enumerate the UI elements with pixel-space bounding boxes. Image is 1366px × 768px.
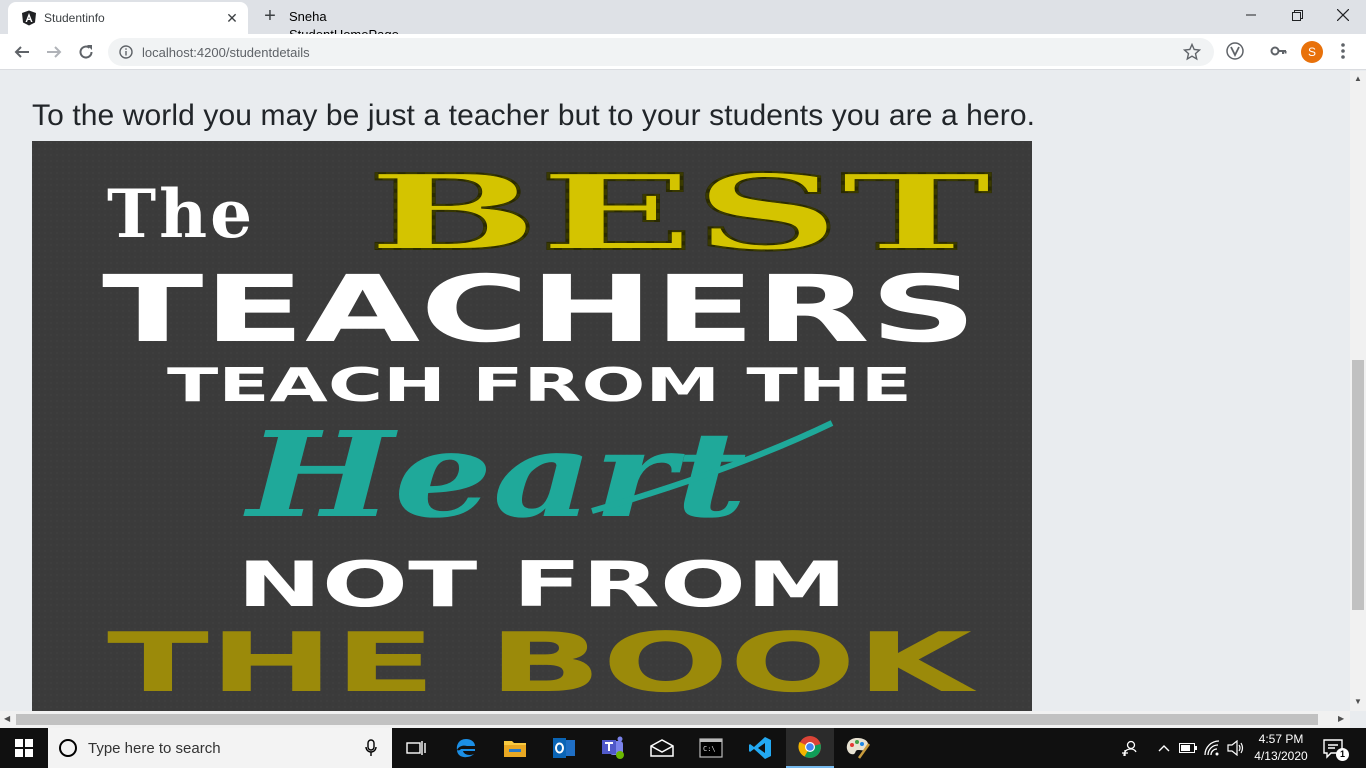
wifi-button[interactable]	[1202, 738, 1222, 758]
close-icon	[1337, 9, 1349, 21]
minimize-button[interactable]	[1228, 0, 1274, 30]
profile-avatar[interactable]: S	[1301, 41, 1323, 63]
command-prompt-button[interactable]: C:\	[687, 728, 735, 768]
outlook-app-button[interactable]	[540, 728, 588, 768]
key-icon	[1270, 46, 1287, 56]
poster-heart-text: Heart	[243, 405, 747, 544]
paint-palette-icon	[846, 738, 871, 759]
forward-button[interactable]	[42, 40, 66, 64]
taskbar-search-box[interactable]: Type here to search	[48, 728, 392, 768]
edge-app-button[interactable]	[442, 728, 490, 768]
people-icon	[1122, 740, 1137, 757]
chrome-menu-button[interactable]	[1332, 40, 1354, 62]
arrow-right-icon	[47, 46, 62, 58]
clock-time: 4:57 PM	[1258, 732, 1304, 746]
start-button[interactable]	[0, 728, 48, 768]
poster-the-text: The	[107, 175, 255, 253]
windows-logo-icon	[15, 739, 33, 757]
poster-the-book-text: THE BOOK	[107, 616, 978, 711]
cortana-circle-icon	[59, 739, 77, 757]
teacher-quote-poster: The BEST BEST TEACHERS TEACH FROM THE He…	[32, 141, 1032, 711]
vpn-extension-icon[interactable]	[1224, 40, 1246, 62]
v-shield-icon	[1226, 42, 1244, 60]
teams-app-button[interactable]	[589, 728, 637, 768]
people-button[interactable]	[1119, 738, 1139, 758]
reload-button[interactable]	[74, 40, 98, 64]
mail-app-button[interactable]	[638, 728, 686, 768]
action-center-button[interactable]: 1	[1322, 737, 1349, 761]
browser-toolbar: localhost:4200/studentdetails	[0, 34, 1366, 70]
restore-icon	[1291, 9, 1303, 21]
clock-date: 4/13/2020	[1254, 749, 1308, 763]
scroll-up-arrow-icon[interactable]: ▲	[1354, 74, 1362, 83]
notification-badge: 1	[1336, 748, 1349, 761]
browser-tab[interactable]: Studentinfo ✕	[8, 2, 248, 34]
vertical-scroll-thumb[interactable]	[1352, 360, 1364, 610]
speaker-icon	[1227, 740, 1244, 756]
file-explorer-button[interactable]	[491, 728, 539, 768]
vertical-scrollbar[interactable]: ▲ ▼	[1350, 71, 1366, 711]
quote-heading: To the world you may be just a teacher b…	[32, 99, 1036, 132]
taskbar-clock[interactable]: 4:57 PM 4/13/2020	[1250, 731, 1312, 765]
scroll-left-arrow-icon[interactable]: ◀	[4, 714, 10, 723]
kebab-menu-icon	[1341, 43, 1345, 59]
chrome-icon	[798, 736, 821, 758]
minimize-icon	[1246, 14, 1256, 16]
volume-button[interactable]	[1226, 738, 1246, 758]
tab-close-icon[interactable]: ✕	[224, 10, 240, 26]
search-placeholder: Type here to search	[88, 740, 221, 757]
restore-button[interactable]	[1274, 0, 1320, 30]
horizontal-scroll-thumb[interactable]	[16, 714, 1318, 725]
chrome-app-button[interactable]	[786, 728, 834, 768]
page-viewport: To the world you may be just a teacher b…	[0, 71, 1350, 711]
angular-icon	[22, 10, 36, 26]
tab-title: Studentinfo	[44, 11, 105, 25]
vscode-app-button[interactable]	[736, 728, 784, 768]
tab-strip: Studentinfo ✕ + Sneha StudentHomePage Sc…	[0, 0, 1366, 60]
poster-teachers-text: TEACHERS	[102, 256, 977, 363]
envelope-icon	[650, 739, 674, 757]
back-button[interactable]	[10, 40, 34, 64]
poster-graphic: The BEST BEST TEACHERS TEACH FROM THE He…	[32, 141, 1032, 711]
paint-app-button[interactable]	[834, 728, 882, 768]
scroll-down-arrow-icon[interactable]: ▼	[1354, 697, 1362, 706]
poster-not-from-text: NOT FROM	[237, 548, 847, 621]
edge-icon	[456, 739, 475, 758]
microphone-icon[interactable]	[364, 739, 378, 757]
new-tab-button[interactable]: +	[260, 6, 280, 27]
outlook-icon	[553, 738, 575, 758]
address-bar[interactable]: localhost:4200/studentdetails	[108, 38, 1214, 66]
scroll-right-arrow-icon[interactable]: ▶	[1338, 714, 1344, 723]
svg-text:C:\: C:\	[703, 745, 716, 753]
battery-icon	[1179, 743, 1197, 753]
poster-teach-from-text: TEACH FROM THE	[167, 358, 912, 412]
teams-icon	[602, 736, 624, 759]
reload-icon	[79, 45, 93, 59]
chevron-up-icon	[1158, 745, 1170, 752]
battery-button[interactable]	[1178, 738, 1198, 758]
windows-taskbar: Type here to search C:\ 4:57 PM 4/13/202…	[0, 728, 1366, 768]
info-icon[interactable]	[119, 45, 133, 59]
task-view-icon	[406, 741, 426, 755]
show-hidden-icons-button[interactable]	[1154, 738, 1174, 758]
bookmark-star-icon[interactable]	[1183, 43, 1201, 61]
vscode-icon	[749, 737, 771, 759]
horizontal-scrollbar[interactable]: ◀ ▶	[0, 711, 1350, 728]
password-key-button[interactable]	[1268, 40, 1290, 62]
task-view-button[interactable]	[392, 728, 440, 768]
arrow-left-icon	[14, 46, 29, 58]
close-window-button[interactable]	[1320, 0, 1366, 30]
wifi-icon	[1204, 740, 1220, 756]
url-text[interactable]: localhost:4200/studentdetails	[142, 45, 310, 60]
folder-icon	[504, 741, 526, 757]
terminal-icon: C:\	[699, 738, 723, 758]
